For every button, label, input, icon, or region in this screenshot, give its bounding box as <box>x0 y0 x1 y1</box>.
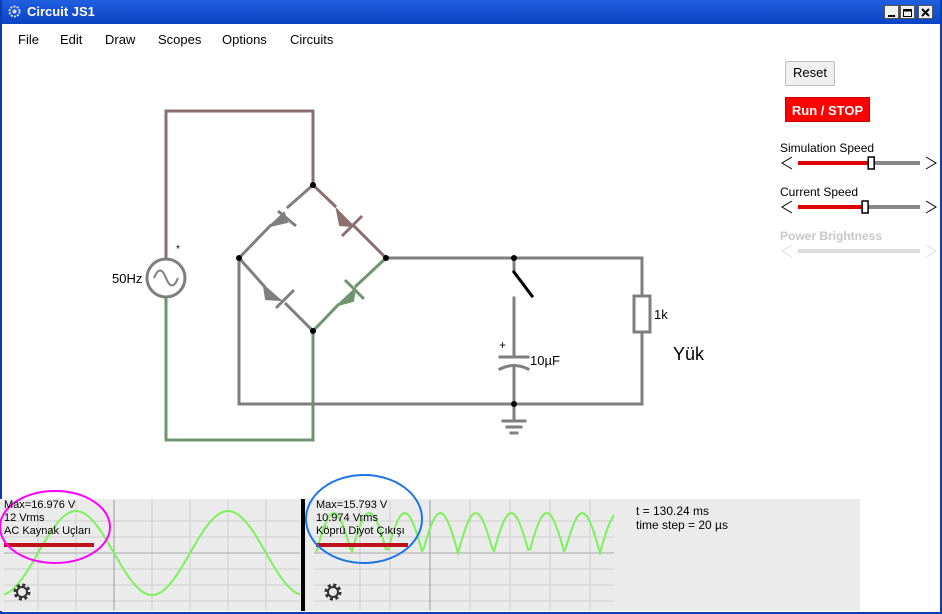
scope1-name: AC Kaynak Uçları <box>4 525 91 537</box>
diodes <box>262 206 366 310</box>
current-speed-slider[interactable] <box>780 199 938 215</box>
simulation-speed-label: Simulation Speed <box>780 141 875 155</box>
simulation-time: t = 130.24 ms <box>636 504 710 518</box>
load-label: Yük <box>673 344 705 364</box>
scope-divider[interactable] <box>301 499 305 611</box>
wire-source-top[interactable] <box>164 109 315 260</box>
scope1-label-bar <box>4 543 94 547</box>
source-marker: * <box>176 244 180 255</box>
circuit-nodes <box>236 182 517 407</box>
power-brightness-slider <box>781 244 937 258</box>
scope2-max: Max=15.793 V <box>316 499 388 511</box>
diode-d3-leads[interactable] <box>236 255 316 334</box>
circuit-canvas[interactable] <box>0 0 942 614</box>
scope2-name: Köprü Diyot Çıkışı <box>316 525 405 537</box>
simulation-speed-slider[interactable] <box>780 155 938 171</box>
ground-symbol[interactable] <box>501 402 527 435</box>
wire-ground-rail[interactable] <box>237 330 644 406</box>
sine-wave-icon <box>153 269 179 287</box>
current-speed-label: Current Speed <box>780 185 859 199</box>
source-frequency-label: 50Hz <box>112 271 143 286</box>
diode-d4-arrow <box>337 286 357 306</box>
run-stop-button[interactable]: Run / STOP <box>785 97 870 122</box>
scope2-rms: 10.974 Vrms <box>316 512 378 524</box>
capacitor-polarity: + <box>499 338 507 352</box>
diode-d2-arrow <box>335 206 356 228</box>
diode-d3-arrow <box>262 283 283 302</box>
scope2-info: Max=15.793 V 10.974 Vrms Köprü Diyot Çık… <box>316 499 405 538</box>
power-brightness-label: Power Brightness <box>780 229 883 243</box>
capacitor-label: 10µF <box>530 353 560 368</box>
simulation-time-step: time step = 20 µs <box>636 518 728 532</box>
switch-blade[interactable] <box>511 269 535 299</box>
reset-button[interactable]: Reset <box>785 61 835 86</box>
scope1-rms: 12 Vrms <box>4 512 45 524</box>
scope1-info: Max=16.976 V 12 Vrms AC Kaynak Uçları <box>4 499 91 538</box>
resistor-label: 1k <box>654 307 668 322</box>
scope1-max: Max=16.976 V <box>4 499 76 511</box>
resistor-icon[interactable] <box>632 294 652 334</box>
scope2-label-bar <box>316 543 408 547</box>
simulation-info: t = 130.24 ms time step = 20 µs <box>636 504 728 532</box>
